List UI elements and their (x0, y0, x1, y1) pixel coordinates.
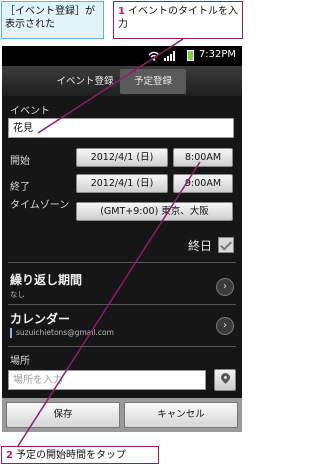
status-time: 7:32PM (198, 49, 236, 60)
start-date-button[interactable]: 2012/4/1 (日) (76, 148, 168, 167)
step2-text: 予定の開始時間をタップ (15, 450, 126, 461)
tab-bar: イベント登録 予定登録 (2, 66, 242, 96)
location-input[interactable]: 場所を入力 (8, 370, 206, 390)
end-time-button[interactable]: 9:00AM (173, 174, 233, 193)
start-time-button[interactable]: 8:00AM (173, 148, 233, 167)
timezone-button[interactable]: (GMT+9:00) 東京、大阪 (76, 202, 233, 221)
divider (8, 346, 236, 347)
tab-event-register[interactable]: イベント登録 (52, 69, 118, 94)
repeat-title[interactable]: 繰り返し期間 (10, 271, 82, 288)
calendar-title[interactable]: カレンダー (10, 310, 70, 327)
location-placeholder: 場所を入力 (13, 375, 63, 386)
step1-callout: 1 イベントのタイトルを入力 (113, 1, 243, 39)
divider (8, 262, 236, 263)
step1-text: イベントのタイトルを入力 (118, 6, 238, 30)
end-date-button[interactable]: 2012/4/1 (日) (76, 174, 168, 193)
allday-label: 終日 (187, 239, 212, 253)
map-pin-icon[interactable] (214, 369, 236, 391)
start-label: 開始 (10, 156, 30, 167)
wifi-icon (148, 51, 160, 61)
caption-callout: ［イベント登録］が表示された (1, 1, 104, 39)
signal-icon (164, 51, 175, 61)
calendar-account: suzuichietons@gmail.com (16, 328, 114, 337)
step2-number: 2 (6, 450, 13, 461)
location-label: 場所 (10, 356, 30, 367)
battery-icon (187, 50, 194, 61)
caption-text: ［イベント登録］が表示された (5, 6, 95, 30)
timezone-label: タイムゾーン (10, 200, 70, 211)
cancel-button[interactable]: キャンセル (124, 402, 238, 428)
divider (8, 304, 236, 305)
end-label: 終了 (10, 182, 30, 193)
tab-schedule-register[interactable]: 予定登録 (120, 69, 186, 94)
repeat-chevron-icon[interactable]: › (216, 278, 234, 296)
bottom-action-bar: 保存 キャンセル (2, 398, 242, 432)
status-bar: 7:32PM (2, 46, 242, 66)
calendar-color-indicator (10, 328, 12, 338)
step1-number: 1 (118, 6, 125, 17)
save-button[interactable]: 保存 (6, 402, 120, 428)
phone-screen: 7:32PM イベント登録 予定登録 イベント 花見 開始 2012/4/1 (… (2, 46, 242, 432)
event-label: イベント (10, 106, 50, 117)
calendar-chevron-icon[interactable]: › (216, 317, 234, 335)
repeat-value: なし (10, 290, 25, 299)
step2-callout: 2 予定の開始時間をタップ (1, 446, 159, 464)
event-title-input[interactable]: 花見 (8, 118, 234, 138)
allday-checkbox[interactable] (218, 237, 234, 253)
